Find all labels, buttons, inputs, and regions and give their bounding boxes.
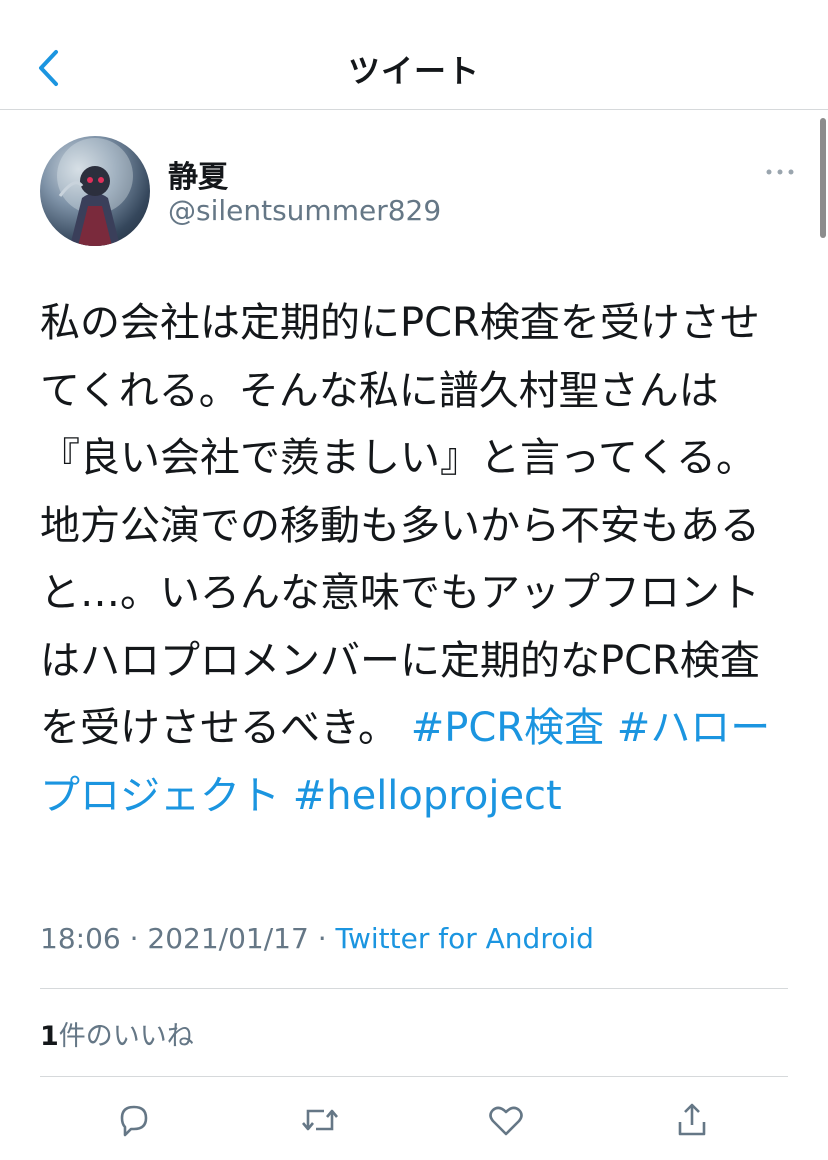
avatar-illustration: [57, 138, 133, 246]
more-horizontal-icon: [766, 169, 794, 175]
tweet-author: 静夏 @silentsummer829: [40, 136, 800, 246]
retweet-icon: [302, 1109, 338, 1131]
more-options-button[interactable]: [760, 160, 800, 184]
tweet-time: 18:06: [40, 922, 121, 955]
retweet-button[interactable]: [292, 1092, 348, 1148]
tweet-source-link[interactable]: Twitter for Android: [336, 922, 594, 955]
header-bar: ツイート: [0, 0, 828, 110]
like-button[interactable]: [478, 1092, 534, 1148]
scrollbar[interactable]: [820, 118, 826, 238]
hashtag-link[interactable]: #PCR検査: [411, 705, 604, 751]
user-handle[interactable]: @silentsummer829: [168, 194, 441, 227]
divider: [40, 988, 788, 989]
display-name[interactable]: 静夏: [168, 152, 228, 196]
reply-button[interactable]: [106, 1092, 162, 1148]
likes-label: 件のいいね: [58, 1021, 194, 1052]
tweet-meta: 18:06 · 2021/01/17 · Twitter for Android: [40, 922, 594, 955]
divider: [40, 1076, 788, 1077]
tweet-text: 私の会社は定期的にPCR検査を受けさせてくれる。そんな私に譜久村聖さんは『良い会…: [40, 300, 760, 751]
hashtag-link[interactable]: #helloproject: [293, 773, 562, 819]
reply-icon: [120, 1105, 148, 1137]
avatar[interactable]: [40, 136, 150, 246]
share-button[interactable]: [664, 1092, 720, 1148]
likes-count-link[interactable]: 1件のいいね: [40, 1014, 194, 1053]
likes-count: 1: [40, 1021, 59, 1052]
share-icon: [678, 1103, 706, 1136]
tweet-body: 私の会社は定期的にPCR検査を受けさせてくれる。そんな私に譜久村聖さんは『良い会…: [40, 290, 780, 830]
tweet-actions: [0, 1092, 828, 1152]
heart-icon: [489, 1106, 523, 1136]
page-title: ツイート: [347, 52, 480, 90]
tweet-date: 2021/01/17: [147, 922, 309, 955]
